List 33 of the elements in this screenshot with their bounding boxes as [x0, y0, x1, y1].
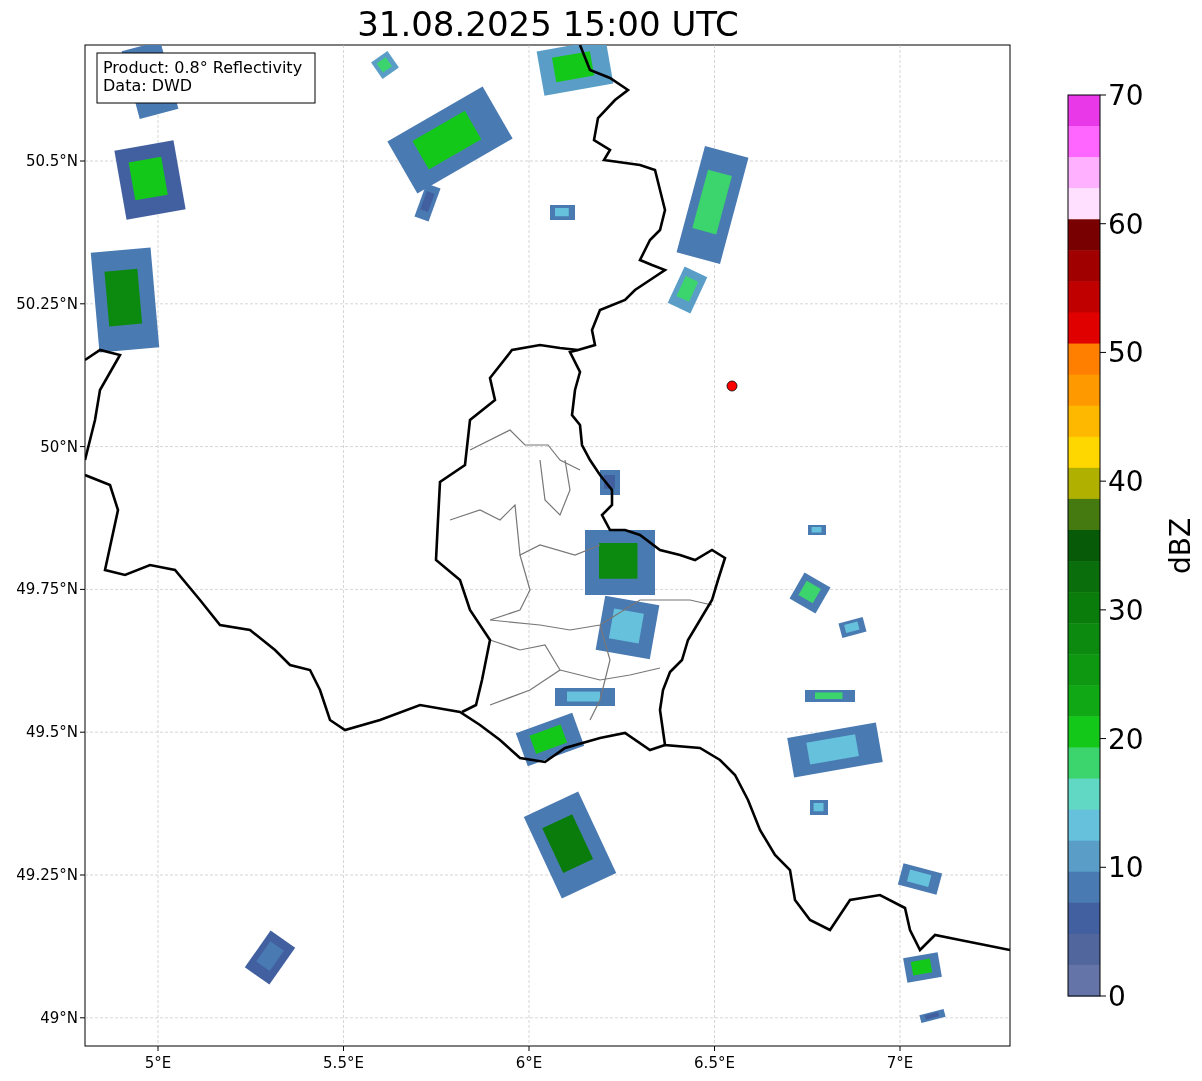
axis-tick-label: 50.5°N: [25, 152, 78, 170]
info-text: Data: DWD: [103, 76, 193, 95]
radar-echo: [555, 688, 615, 706]
colorbar-tick-label: 10: [1108, 851, 1144, 885]
radar-echo: [810, 800, 828, 815]
axis-tick-label: 6°E: [515, 1054, 543, 1072]
axis-tick-label: 50°N: [40, 437, 78, 456]
axis-tick-label: 49°N: [40, 1008, 78, 1027]
axis-tick-label: 49.5°N: [25, 723, 78, 742]
axis-tick-label: 49.75°N: [16, 580, 78, 599]
axis-tick-label: 6.5°E: [694, 1054, 735, 1072]
axis-tick-label: 7°E: [886, 1054, 914, 1072]
axis-tick-label: 49.25°N: [16, 866, 78, 884]
radar-echo: [585, 530, 655, 595]
radar-echo: [550, 205, 575, 220]
colorbar-label: dBZ: [1164, 517, 1197, 575]
axis-tick-label: 50.25°N: [16, 294, 78, 313]
radar-echo: [903, 952, 942, 983]
radar-echo: [838, 617, 867, 638]
axis-tick-label: 5°E: [144, 1054, 172, 1072]
radar-echo: [808, 525, 826, 535]
radar-site-marker: [726, 380, 738, 392]
colorbar-tick-label: 0: [1108, 980, 1126, 1013]
axis-tick-label: 5.5°E: [323, 1054, 364, 1072]
colorbar-tick-label: 50: [1108, 336, 1144, 370]
colorbar-tick-label: 20: [1108, 722, 1144, 756]
colorbar-tick-label: 30: [1108, 593, 1144, 627]
info-text: Product: 0.8° Reflectivity: [103, 58, 303, 77]
radar-echo: [805, 690, 855, 702]
figure-title: 31.08.2025 15:00 UTC: [357, 4, 739, 44]
colorbar-tick-label: 70: [1108, 79, 1144, 112]
colorbar-tick-label: 40: [1108, 465, 1144, 499]
colorbar-tick-label: 60: [1108, 207, 1144, 241]
